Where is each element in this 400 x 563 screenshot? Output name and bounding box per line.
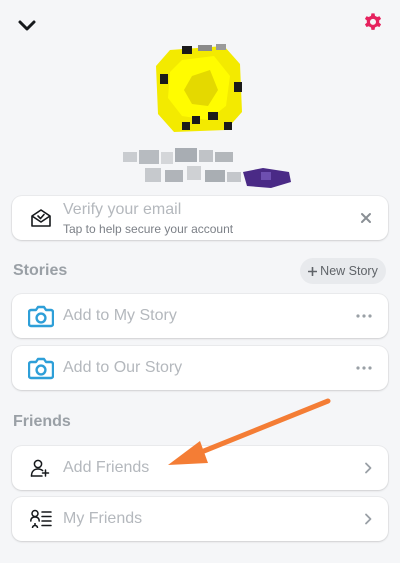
more-dots-icon[interactable] xyxy=(356,314,372,318)
add-to-my-story-label: Add to My Story xyxy=(63,307,177,324)
friends-section-title: Friends xyxy=(13,413,71,430)
my-friends-row[interactable]: My Friends xyxy=(12,497,388,541)
stories-section-title: Stories xyxy=(13,262,68,279)
top-bar xyxy=(0,0,400,48)
add-to-our-story-row[interactable]: Add to Our Story xyxy=(12,346,388,390)
add-to-my-story-row[interactable]: Add to My Story xyxy=(12,294,388,338)
verify-email-title: Verify your email xyxy=(63,201,182,218)
chevron-right-icon xyxy=(365,513,372,525)
add-person-icon xyxy=(30,459,50,477)
display-name-obscured xyxy=(123,148,291,188)
camera-icon xyxy=(28,305,54,328)
add-friends-row[interactable]: Add Friends xyxy=(12,446,388,490)
more-dots-icon[interactable] xyxy=(356,366,372,370)
new-story-button[interactable]: New Story xyxy=(300,258,386,284)
verify-email-subtitle: Tap to help secure your account xyxy=(63,222,234,236)
add-friends-label: Add Friends xyxy=(63,459,150,476)
chevron-right-icon xyxy=(365,462,372,474)
plus-icon xyxy=(308,266,318,276)
friends-list-icon xyxy=(30,509,52,529)
my-friends-label: My Friends xyxy=(63,510,143,527)
verify-email-card[interactable]: Verify your email Tap to help secure you… xyxy=(12,196,388,240)
envelope-check-icon xyxy=(31,209,51,227)
gear-icon[interactable] xyxy=(362,12,384,34)
chevron-down-icon[interactable] xyxy=(16,14,38,36)
close-icon[interactable] xyxy=(360,212,372,224)
snapcode-avatar[interactable] xyxy=(152,42,244,134)
add-to-our-story-label: Add to Our Story xyxy=(63,359,183,376)
new-story-label: New Story xyxy=(320,264,378,278)
camera-icon xyxy=(28,357,54,380)
